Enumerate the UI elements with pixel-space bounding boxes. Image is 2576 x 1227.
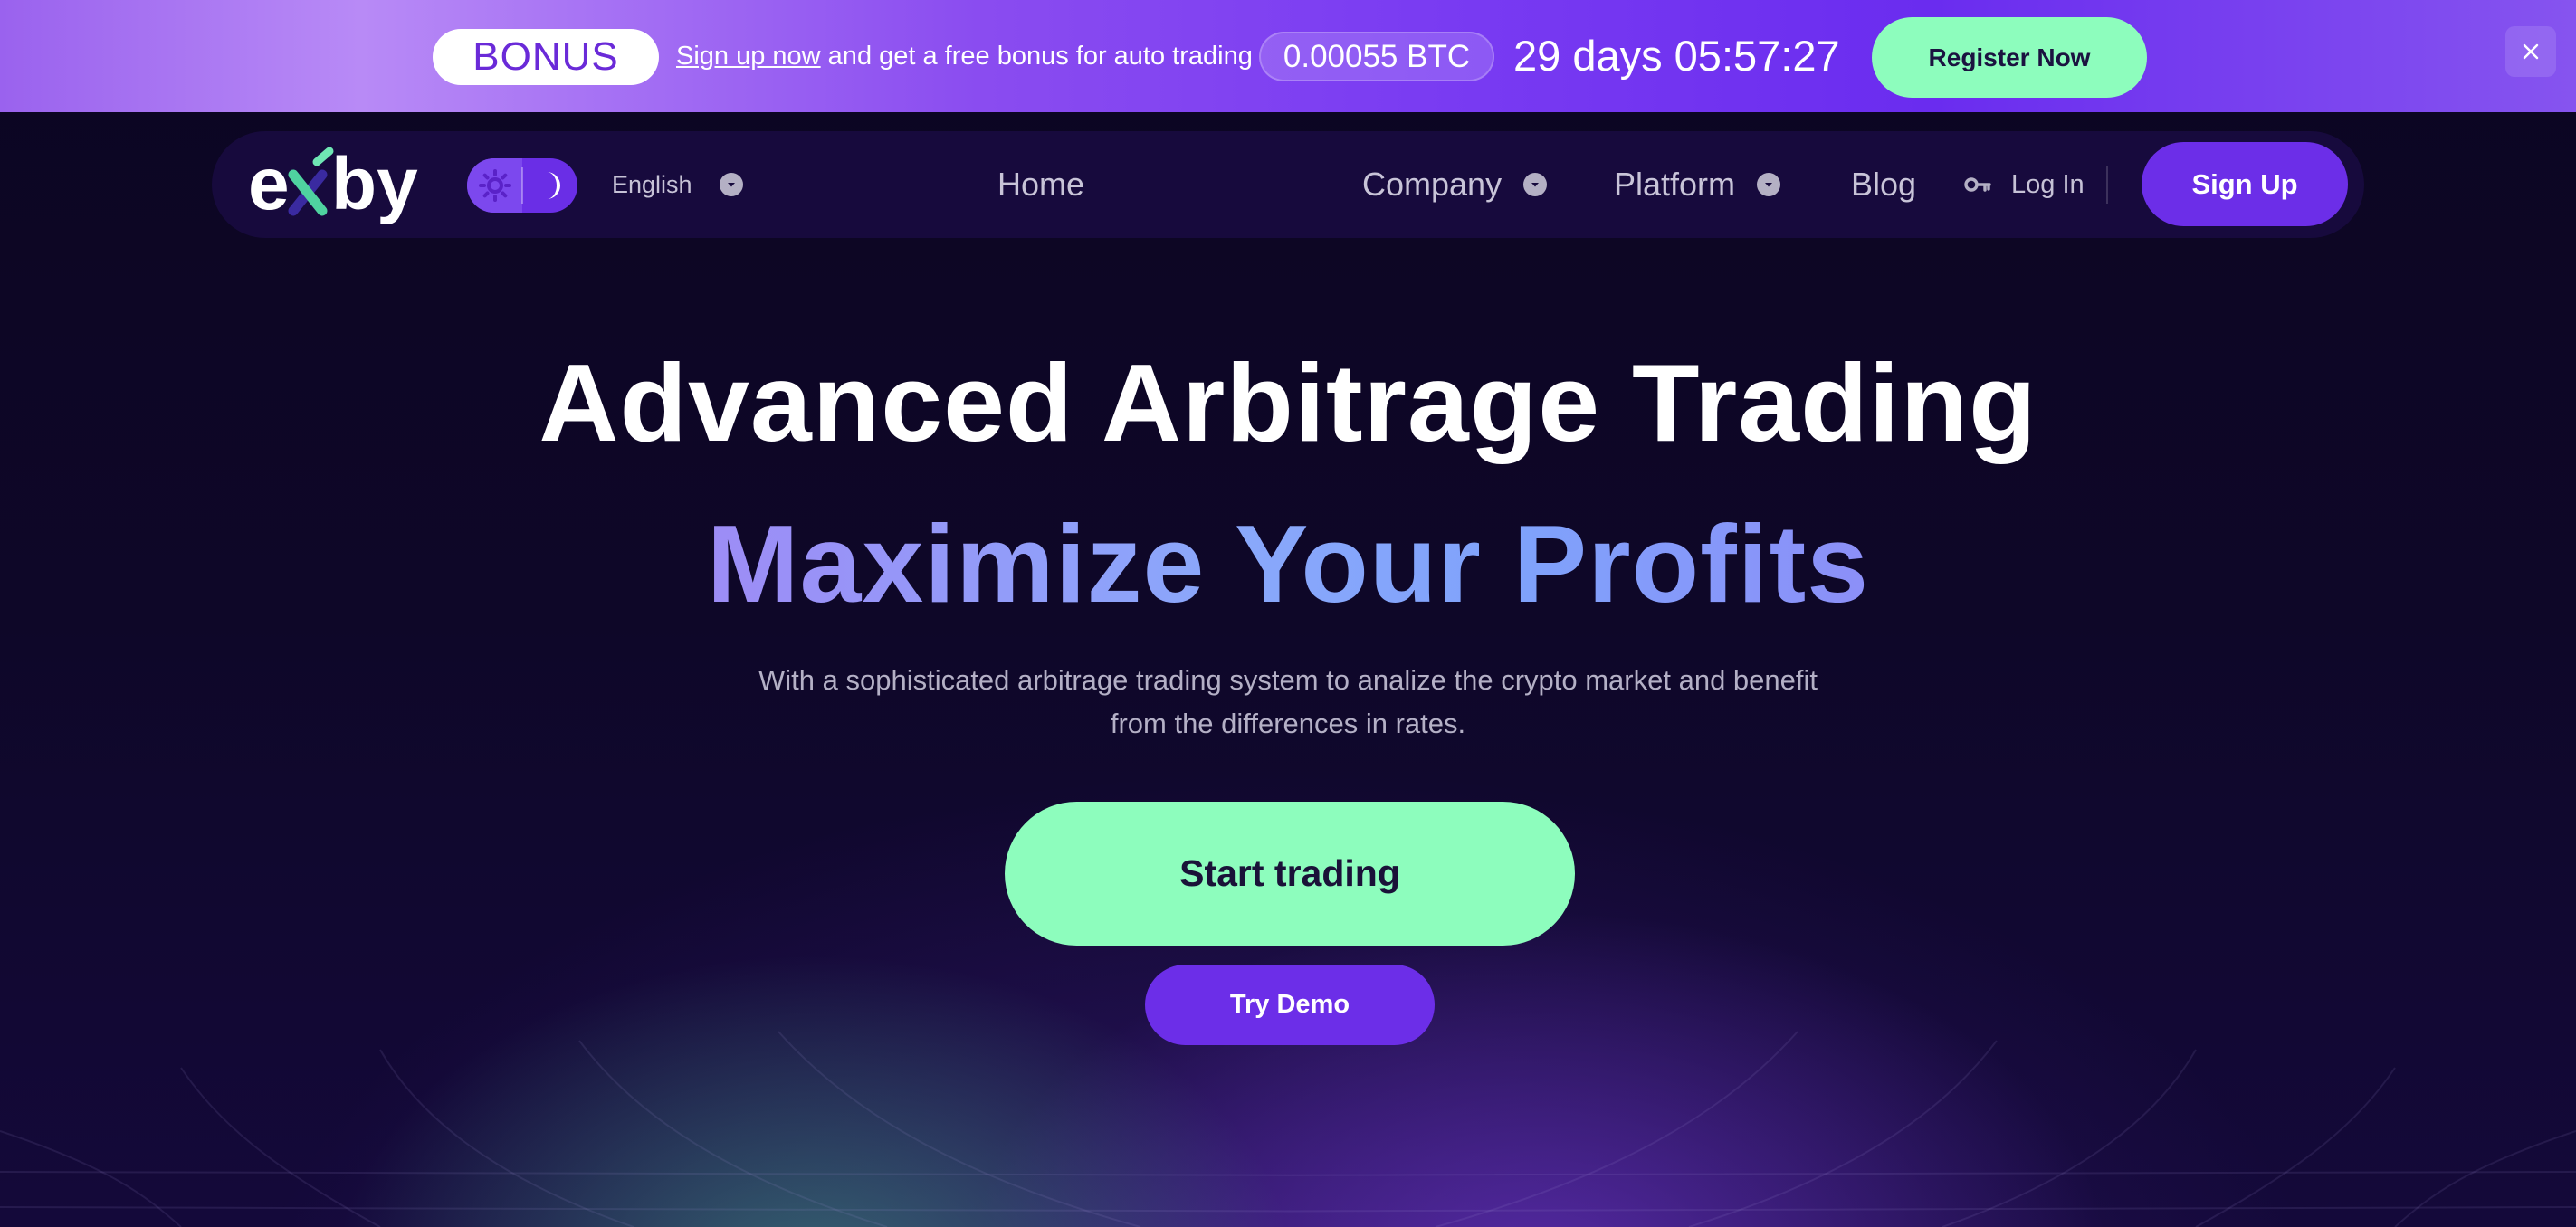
exby-logo[interactable]: e by xyxy=(248,143,438,225)
moon-icon xyxy=(546,172,560,199)
key-icon xyxy=(1964,177,1991,192)
signup-now-link[interactable]: Sign up now xyxy=(676,42,821,71)
promo-banner: BONUS Sign up now and get a free bonus f… xyxy=(0,0,2576,112)
decorative-grid xyxy=(0,1013,2576,1227)
promo-text: and get a free bonus for auto trading xyxy=(820,42,1253,71)
nav-platform-label: Platform xyxy=(1614,166,1736,203)
nav-platform[interactable]: Platform xyxy=(1614,166,1781,204)
login-link[interactable]: Log In xyxy=(1964,162,2085,207)
countdown-timer: 29 days 05:57:27 xyxy=(1513,32,1840,80)
close-banner-button[interactable] xyxy=(2505,26,2556,77)
nav-separator xyxy=(2106,166,2108,204)
chevron-down-icon xyxy=(1757,173,1781,196)
logo-mark: e by xyxy=(248,143,418,225)
language-selector[interactable]: English xyxy=(612,164,743,205)
btc-amount-badge: 0.00055 BTC xyxy=(1259,32,1494,81)
close-icon xyxy=(2523,43,2539,60)
light-mode-toggle[interactable] xyxy=(467,158,522,213)
register-now-button[interactable]: Register Now xyxy=(1872,17,2147,98)
main-navbar: e by English Home Company Platform Blog … xyxy=(212,131,2364,238)
login-label: Log In xyxy=(2011,169,2085,199)
start-trading-button[interactable]: Start trading xyxy=(1005,802,1575,946)
language-label: English xyxy=(612,170,692,198)
svg-text:by: by xyxy=(331,144,418,225)
nav-home-label: Home xyxy=(997,166,1085,203)
svg-text:e: e xyxy=(248,144,290,225)
hero-subtitle-text: Maximize Your Profits xyxy=(706,502,1870,625)
hero-title: Advanced Arbitrage Trading xyxy=(539,341,2037,464)
nav-company-label: Company xyxy=(1362,166,1503,203)
hero-subtitle: Maximize Your Profits xyxy=(0,496,2576,632)
chevron-down-icon xyxy=(719,173,743,196)
nav-company[interactable]: Company xyxy=(1362,166,1548,204)
nav-home[interactable]: Home xyxy=(997,166,1178,204)
chevron-down-icon xyxy=(1523,173,1548,196)
nav-blog[interactable]: Blog xyxy=(1851,166,1916,204)
theme-toggle[interactable] xyxy=(467,158,577,213)
sign-up-button[interactable]: Sign Up xyxy=(2142,142,2348,226)
page: BONUS Sign up now and get a free bonus f… xyxy=(0,0,2576,1227)
hero-description: With a sophisticated arbitrage trading s… xyxy=(758,664,1818,739)
nav-blog-label: Blog xyxy=(1851,166,1917,203)
promo-message: Sign up now and get a free bonus for aut… xyxy=(676,36,1253,76)
toggle-divider xyxy=(521,167,523,204)
bonus-badge: BONUS xyxy=(433,29,659,85)
sun-icon xyxy=(478,169,511,202)
dark-mode-toggle[interactable] xyxy=(522,158,577,213)
